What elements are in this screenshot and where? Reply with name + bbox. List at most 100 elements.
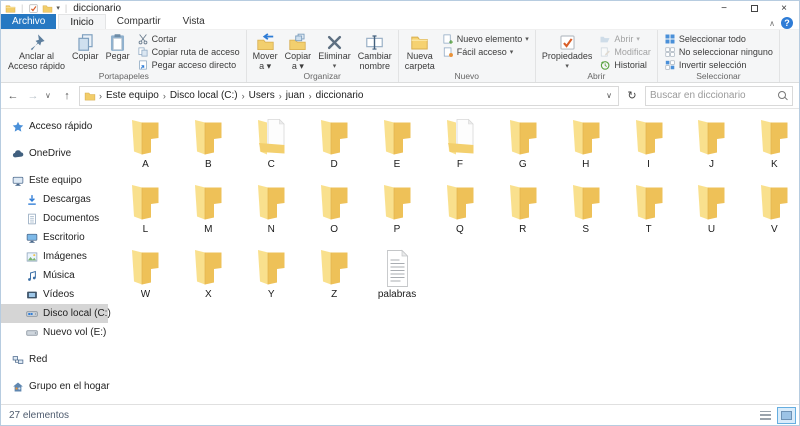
- ribbon-button-cut[interactable]: Cortar: [134, 32, 243, 45]
- tab-vista[interactable]: Vista: [172, 14, 216, 29]
- help-icon[interactable]: ?: [781, 17, 793, 29]
- folder-item-Y[interactable]: Y: [240, 247, 303, 312]
- breadcrumb-item[interactable]: Este equipo: [103, 90, 162, 101]
- collapse-ribbon-icon[interactable]: ∧: [769, 19, 775, 28]
- close-button[interactable]: ×: [769, 1, 799, 15]
- restore-button[interactable]: [739, 1, 769, 15]
- thumbnails-view-button[interactable]: [777, 406, 796, 424]
- documents-icon: [26, 213, 38, 225]
- sidebar-item-documentos[interactable]: Documentos: [1, 209, 108, 228]
- folder-item-V[interactable]: V: [743, 182, 799, 247]
- breadcrumb-item[interactable]: Users: [246, 90, 278, 101]
- search-icon[interactable]: [778, 90, 788, 101]
- ribbon-button-easy-access[interactable]: Fácil acceso ▾: [439, 45, 532, 58]
- ribbon-button-new-folder[interactable]: Nueva carpeta: [402, 32, 438, 71]
- ribbon-button-rename[interactable]: Cambiar nombre: [355, 32, 395, 71]
- sidebar-item-escritorio[interactable]: Escritorio: [1, 228, 108, 247]
- breadcrumb-item[interactable]: Disco local (C:): [167, 90, 241, 101]
- folder-item-L[interactable]: L: [114, 182, 177, 247]
- folder-item-S[interactable]: S: [554, 182, 617, 247]
- ribbon-button-paste[interactable]: Pegar: [103, 32, 133, 71]
- qat-customize-dropdown-icon[interactable]: ▾: [56, 4, 60, 12]
- folder-item-B[interactable]: B: [177, 117, 240, 182]
- breadcrumb-item[interactable]: diccionario: [313, 90, 367, 101]
- folder-item-J[interactable]: J: [680, 117, 743, 182]
- folder-item-H[interactable]: H: [554, 117, 617, 182]
- folder-item-Q[interactable]: Q: [428, 182, 491, 247]
- folder-item-C[interactable]: C: [240, 117, 303, 182]
- folder-icon: [629, 117, 669, 159]
- sidebar-item-descargas[interactable]: Descargas: [1, 190, 108, 209]
- file-item-label: A: [142, 159, 149, 170]
- ribbon-button-properties[interactable]: Propiedades ▾: [539, 32, 596, 71]
- ribbon-group-seleccionar: Seleccionar todo No seleccionar ninguno In…: [658, 30, 780, 82]
- downloads-icon: [26, 194, 38, 206]
- explorer-app-icon[interactable]: [5, 3, 16, 14]
- sidebar-item-vídeos[interactable]: Vídeos: [1, 285, 108, 304]
- sidebar-item-música[interactable]: Música: [1, 266, 108, 285]
- folder-item-O[interactable]: O: [303, 182, 366, 247]
- ribbon-button-select-none[interactable]: No seleccionar ninguno: [661, 45, 776, 58]
- sidebar-item-onedrive[interactable]: OneDrive: [1, 144, 108, 163]
- folder-item-E[interactable]: E: [366, 117, 429, 182]
- details-view-button[interactable]: [756, 407, 775, 424]
- tab-inicio[interactable]: Inicio: [58, 14, 106, 29]
- ribbon-button-copy-to[interactable]: Copiar a ▾: [282, 32, 315, 71]
- sidebar-item-nuevo-vol-e[interactable]: Nuevo vol (E:): [1, 323, 108, 342]
- ribbon-button-copy-path[interactable]: Copiar ruta de acceso: [134, 45, 243, 58]
- folder-item-D[interactable]: D: [303, 117, 366, 182]
- up-button[interactable]: ↑: [59, 90, 75, 102]
- folder-item-W[interactable]: W: [114, 247, 177, 312]
- ribbon-button-new-item[interactable]: Nuevo elemento ▾: [439, 32, 532, 45]
- address-dropdown-icon[interactable]: ∨: [602, 91, 616, 100]
- new-folder-qat-icon[interactable]: [42, 3, 53, 14]
- tab-archivo[interactable]: Archivo: [1, 14, 57, 29]
- folder-item-G[interactable]: G: [491, 117, 554, 182]
- refresh-icon[interactable]: ↻: [623, 89, 641, 102]
- sidebar-item-red[interactable]: Red: [1, 350, 108, 369]
- file-item-palabras[interactable]: palabras: [366, 247, 429, 312]
- folder-item-I[interactable]: I: [617, 117, 680, 182]
- folder-item-K[interactable]: K: [743, 117, 799, 182]
- ribbon-button-history[interactable]: Historial: [596, 58, 654, 71]
- sidebar-item-disco-local-c[interactable]: Disco local (C:): [1, 304, 111, 323]
- ribbon-button-delete[interactable]: Eliminar ▾: [315, 32, 354, 71]
- ribbon-button-move-to[interactable]: Mover a ▾: [250, 32, 281, 71]
- ribbon-button-select-all[interactable]: Seleccionar todo: [661, 32, 776, 45]
- breadcrumb: › Este equipo › Disco local (C:) › Users › juan…: [98, 90, 366, 101]
- ribbon-button-pin-quick-access[interactable]: Anclar al Acceso rápido: [5, 32, 68, 71]
- folder-item-T[interactable]: T: [617, 182, 680, 247]
- folder-item-U[interactable]: U: [680, 182, 743, 247]
- ribbon-button-copy[interactable]: Copiar: [69, 32, 102, 71]
- sidebar-item-grupo-en-el-hogar[interactable]: Grupo en el hogar: [1, 377, 110, 396]
- ribbon-button-label: Copiar: [72, 51, 99, 61]
- ribbon-button-paste-shortcut[interactable]: Pegar acceso directo: [134, 58, 243, 71]
- recent-locations-icon[interactable]: ∨: [45, 91, 55, 100]
- properties-qat-icon[interactable]: [28, 3, 39, 14]
- folder-item-A[interactable]: A: [114, 117, 177, 182]
- folder-item-Z[interactable]: Z: [303, 247, 366, 312]
- select-invert-icon: [664, 59, 676, 71]
- ribbon-tab-bar: Archivo Inicio Compartir Vista ∧ ?: [1, 14, 799, 30]
- sidebar-item-este-equipo[interactable]: Este equipo: [1, 171, 108, 190]
- ribbon-button-select-invert[interactable]: Invertir selección: [661, 58, 776, 71]
- folder-item-F[interactable]: F: [428, 117, 491, 182]
- folder-item-P[interactable]: P: [366, 182, 429, 247]
- folder-item-X[interactable]: X: [177, 247, 240, 312]
- ribbon: Anclar al Acceso rápido Copiar Pegar Cortar C…: [1, 30, 799, 83]
- search-input[interactable]: [650, 90, 778, 101]
- minimize-button[interactable]: −: [709, 1, 739, 15]
- folder-item-N[interactable]: N: [240, 182, 303, 247]
- file-list-area[interactable]: A B C D E F G H I J K L M N O P Q R S T U V W X Y Zpalabras: [108, 109, 799, 404]
- sidebar-item-acceso-rápido[interactable]: Acceso rápido: [1, 117, 108, 136]
- easy-access-icon: [442, 46, 454, 58]
- address-bar[interactable]: › Este equipo › Disco local (C:) › Users › juan…: [79, 85, 619, 106]
- breadcrumb-item[interactable]: juan: [283, 90, 308, 101]
- folder-item-R[interactable]: R: [491, 182, 554, 247]
- ribbon-button-label: Fácil acceso: [456, 46, 507, 57]
- folder-item-M[interactable]: M: [177, 182, 240, 247]
- back-button[interactable]: ←: [5, 90, 21, 102]
- sidebar-item-imágenes[interactable]: Imágenes: [1, 247, 108, 266]
- folder-icon: [125, 247, 165, 289]
- tab-compartir[interactable]: Compartir: [106, 14, 172, 29]
